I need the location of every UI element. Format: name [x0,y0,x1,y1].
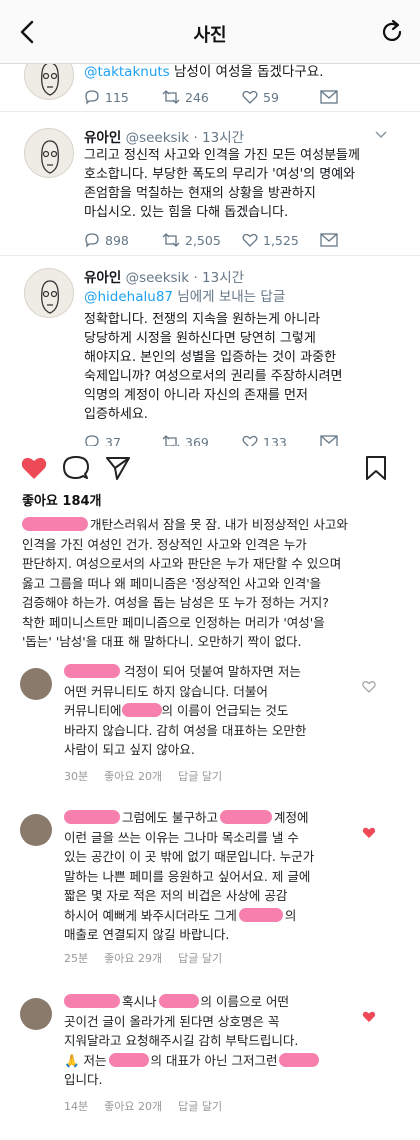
heart-outline-icon [242,435,258,446]
redacted-name [108,1052,149,1067]
top-bar: 사진 [0,0,420,64]
retweet-button[interactable]: 369 [162,432,209,446]
avatar[interactable] [20,668,52,700]
like-count[interactable]: 좋아요 184개 [22,490,102,509]
redacted-username [22,517,88,531]
reply-button[interactable]: 답글 달기 [178,770,222,783]
reply-button[interactable]: 37 [84,432,121,446]
bookmark-icon[interactable] [362,454,390,482]
comment-text: 걱정이 되어 덧붙여 말하자면 저는 어떤 커뮤니티도 하지 않습니다. 더불어… [64,664,307,757]
face-sketch-icon [41,140,59,174]
heart-outline-icon[interactable] [362,680,376,693]
tweet-1: 유아인 @seeksik · 13시간 그리고 정신적 사고와 인격을 가진 모… [0,116,420,256]
comment-likes[interactable]: 좋아요 29개 [104,952,162,965]
reply-icon [85,90,99,105]
reply-icon [85,233,99,248]
envelope-icon [320,90,338,104]
share-icon[interactable] [104,454,132,482]
tweet-actions: 898 2,505 1,525 [84,230,384,250]
avatar[interactable] [20,814,52,846]
face-sketch-icon [41,280,59,314]
mention-link[interactable]: @taktaknuts [84,64,170,80]
comment-meta: 14분 좋아요 20개 답글 달기 [64,1100,223,1113]
envelope-icon [320,233,338,247]
retweet-button[interactable]: 2,505 [162,230,221,250]
post-actions [0,446,420,490]
heart-filled-icon[interactable] [20,454,48,482]
like-button[interactable]: 59 [242,87,279,107]
like-button[interactable]: 133 [242,432,287,446]
tweet-text: @taktaknuts 남성이 여성을 돕겠다구요. [84,64,324,80]
redacted-username [64,664,120,678]
heart-filled-icon[interactable] [362,1010,376,1023]
redacted-name [279,1052,320,1067]
dm-button[interactable] [320,230,343,250]
post-caption: 개탄스러워서 잠을 못 잠. 내가 비정상적인 사고와 인격을 가진 여성인 건… [22,517,348,649]
reply-icon [85,435,99,446]
face-sketch-icon [41,64,59,96]
reply-button[interactable]: 답글 달기 [178,1100,222,1113]
redacted-username [64,810,120,824]
tweet-avatar [24,128,74,178]
redacted-name [238,907,283,922]
like-button[interactable]: 1,525 [242,230,299,250]
mention-link[interactable]: @hidehalu87 [84,289,173,305]
redacted-name [219,810,272,824]
tweet-2: 유아인 @seeksik · 13시간 @hidehalu87 님에게 보내는 … [0,256,420,446]
tweet-screenshot-image: @taktaknuts 남성이 여성을 돕겠다구요. 115 246 59 유아… [0,64,420,446]
chevron-down-icon[interactable] [374,130,388,140]
reply-context: @hidehalu87 님에게 보내는 답글 [84,289,286,305]
tweet-text: 그리고 정신적 사고와 인격을 가진 모든 여성분들께 호소합니다. 부당한 폭… [84,148,360,220]
page-title: 사진 [193,25,227,46]
heart-outline-icon [242,233,258,247]
comment-text: 그럼에도 불구하고 계정에 이런 글을 쓰는 이유는 그나마 목소리를 낼 수 있… [64,810,315,942]
retweet-icon [162,90,180,104]
reply-button[interactable]: 답글 달기 [178,952,222,965]
comment-likes[interactable]: 좋아요 20개 [104,1100,162,1113]
tweet-author[interactable]: 유아인 @seeksik · 13시간 [84,126,244,146]
reply-button[interactable]: 898 [84,230,129,250]
dm-button[interactable] [320,87,343,107]
dm-button[interactable] [320,432,343,446]
comment-meta: 30분 좋아요 20개 답글 달기 [64,770,223,783]
tweet-actions: 37 369 133 [84,432,384,446]
envelope-icon [320,435,338,446]
retweet-icon [162,435,180,446]
tweet-author[interactable]: 유아인 @seeksik · 13시간 [84,266,244,286]
reply-button[interactable]: 115 [84,87,129,107]
retweet-icon [162,233,180,247]
comment-text: 혹시나 의 이름으로 어떤 곳이건 글이 올라가게 된다면 상호명은 꼭 지워달라… [64,992,364,1090]
redacted-name [121,703,162,717]
comment-likes[interactable]: 좋아요 20개 [104,770,162,783]
tweet-avatar [24,268,74,318]
comment-meta: 25분 좋아요 29개 답글 달기 [64,952,223,965]
tweet-avatar [24,64,74,100]
redacted-username [64,994,120,1008]
avatar[interactable] [20,998,52,1030]
comment-icon[interactable] [62,454,90,482]
refresh-icon[interactable] [378,18,406,46]
heart-filled-icon[interactable] [362,826,376,839]
redacted-name [158,994,199,1008]
tweet-actions: 115 246 59 [84,87,384,107]
heart-outline-icon [242,90,258,104]
retweet-button[interactable]: 246 [162,87,209,107]
tweet-text: 정확합니다. 전쟁의 지속을 원하는게 아니라 당당하게 시정을 원하신다면 당… [84,312,343,422]
